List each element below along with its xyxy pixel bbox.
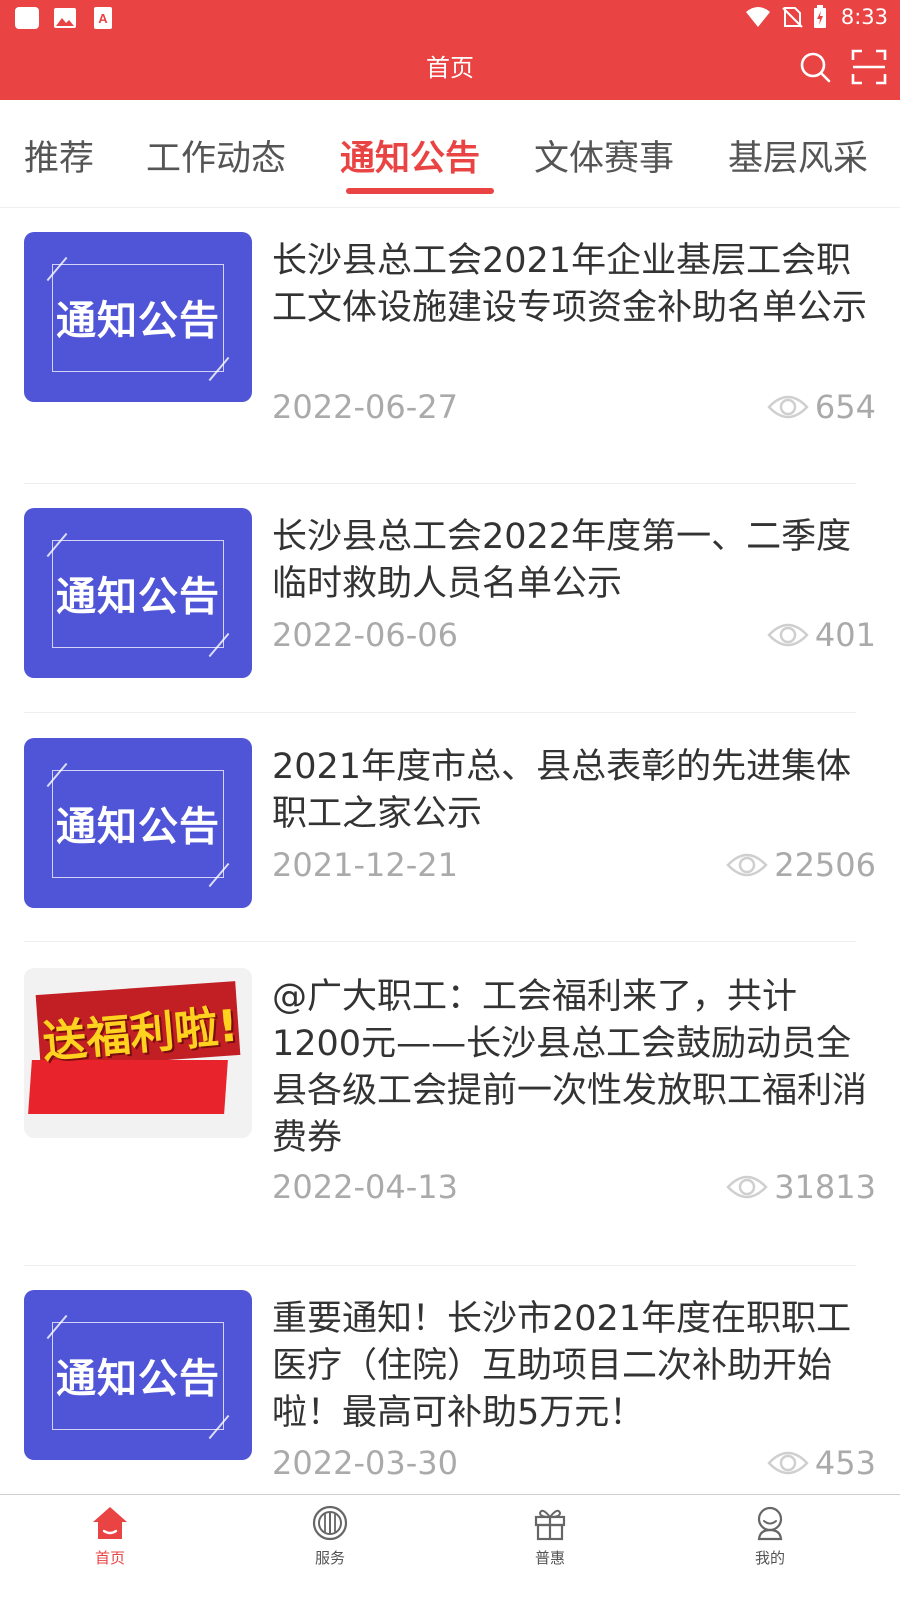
- category-tabs: 推荐 工作动态 通知公告 文体赛事 基层风采: [0, 100, 900, 208]
- app-notification-icon: [15, 7, 39, 29]
- article-thumbnail: 送福利啦!: [24, 968, 252, 1138]
- nav-profile[interactable]: 我的: [710, 1503, 830, 1568]
- nav-label: 服务: [314, 1549, 345, 1567]
- thumbnail-label: 通知公告: [56, 804, 220, 850]
- nav-service[interactable]: 服务: [270, 1503, 390, 1568]
- list-item[interactable]: 通知公告 长沙县总工会2022年度第一、二季度临时救助人员名单公示 2022-0…: [24, 508, 876, 688]
- wifi-icon: [745, 7, 770, 27]
- article-date: 2022-06-06: [272, 616, 458, 654]
- tab-sports-culture[interactable]: 文体赛事: [534, 130, 674, 181]
- active-tab-indicator: [346, 188, 494, 194]
- union-logo-icon: [312, 1505, 348, 1541]
- article-date: 2022-06-27: [272, 388, 458, 426]
- view-count: 31813: [774, 1168, 876, 1206]
- tab-work-news[interactable]: 工作动态: [146, 130, 286, 181]
- status-time: 8:33: [840, 5, 888, 29]
- thumbnail-label: 通知公告: [56, 574, 220, 620]
- eye-icon: [767, 623, 809, 647]
- scan-icon[interactable]: [850, 48, 888, 86]
- article-views: 31813: [726, 1168, 876, 1206]
- image-notification-icon: [54, 8, 76, 28]
- article-date: 2022-03-30: [272, 1444, 458, 1482]
- status-bar: A 8:33: [0, 0, 900, 36]
- article-views: 654: [767, 388, 876, 426]
- view-count: 654: [814, 388, 876, 426]
- article-date: 2021-12-21: [272, 846, 458, 884]
- article-thumbnail: 通知公告: [24, 1290, 252, 1460]
- divider: [24, 1265, 856, 1266]
- view-count: 453: [814, 1444, 876, 1482]
- battery-charging-icon: [813, 5, 826, 28]
- svg-text:A: A: [98, 11, 108, 26]
- home-icon: [93, 1507, 127, 1539]
- thumbnail-label: 通知公告: [56, 298, 220, 344]
- divider: [24, 712, 856, 713]
- article-views: 22506: [726, 846, 876, 884]
- profile-icon: [757, 1506, 783, 1541]
- nav-benefits[interactable]: 普惠: [490, 1503, 610, 1568]
- app-header: A 8:33 首页: [0, 0, 900, 100]
- list-item[interactable]: 通知公告 重要通知！长沙市2021年度在职职工医疗（住院）互助项目二次补助开始啦…: [24, 1290, 876, 1490]
- list-item[interactable]: 通知公告 2021年度市总、县总表彰的先进集体职工之家公示 2021-12-21…: [24, 738, 876, 918]
- font-notification-icon: A: [94, 7, 112, 29]
- article-views: 401: [767, 616, 876, 654]
- tab-grassroots[interactable]: 基层风采: [728, 130, 868, 181]
- tab-recommend[interactable]: 推荐: [24, 130, 94, 181]
- divider: [24, 483, 856, 484]
- article-date: 2022-04-13: [272, 1168, 458, 1206]
- eye-icon: [767, 1451, 809, 1475]
- eye-icon: [726, 853, 768, 877]
- article-title: 长沙县总工会2021年企业基层工会职工文体设施建设专项资金补助名单公示: [272, 241, 868, 328]
- page-title: 首页: [426, 54, 474, 82]
- divider: [24, 941, 856, 942]
- eye-icon: [767, 395, 809, 419]
- nav-label: 我的: [754, 1549, 785, 1567]
- list-item[interactable]: 通知公告 长沙县总工会2021年企业基层工会职工文体设施建设专项资金补助名单公示…: [24, 232, 876, 482]
- thumbnail-label: 通知公告: [56, 1356, 220, 1402]
- article-thumbnail: 通知公告: [24, 738, 252, 908]
- nav-label: 普惠: [534, 1549, 565, 1567]
- eye-icon: [726, 1175, 768, 1199]
- nav-label: 首页: [94, 1549, 125, 1567]
- article-views: 453: [767, 1444, 876, 1482]
- article-thumbnail: 通知公告: [24, 508, 252, 678]
- view-count: 22506: [774, 846, 876, 884]
- no-sim-icon: [782, 7, 803, 28]
- bottom-navigation: 首页 服务 普惠 我的: [0, 1494, 900, 1600]
- article-title: @广大职工：工会福利来了，共计1200元——长沙县总工会鼓励动员全县各级工会提前…: [272, 977, 868, 1158]
- article-title: 长沙县总工会2022年度第一、二季度临时救助人员名单公示: [272, 517, 852, 604]
- gift-icon: [534, 1509, 566, 1541]
- article-thumbnail: 通知公告: [24, 232, 252, 402]
- tab-notices[interactable]: 通知公告: [340, 130, 480, 181]
- article-title: 重要通知！长沙市2021年度在职职工医疗（住院）互助项目二次补助开始啦！最高可补…: [272, 1299, 852, 1433]
- nav-home[interactable]: 首页: [50, 1503, 170, 1568]
- view-count: 401: [814, 616, 876, 654]
- status-system: 8:33: [745, 5, 888, 29]
- status-notifications: A: [14, 6, 116, 30]
- list-item[interactable]: 送福利啦! @广大职工：工会福利来了，共计1200元——长沙县总工会鼓励动员全县…: [24, 968, 876, 1258]
- search-icon[interactable]: [796, 48, 834, 86]
- article-title: 2021年度市总、县总表彰的先进集体职工之家公示: [272, 747, 852, 834]
